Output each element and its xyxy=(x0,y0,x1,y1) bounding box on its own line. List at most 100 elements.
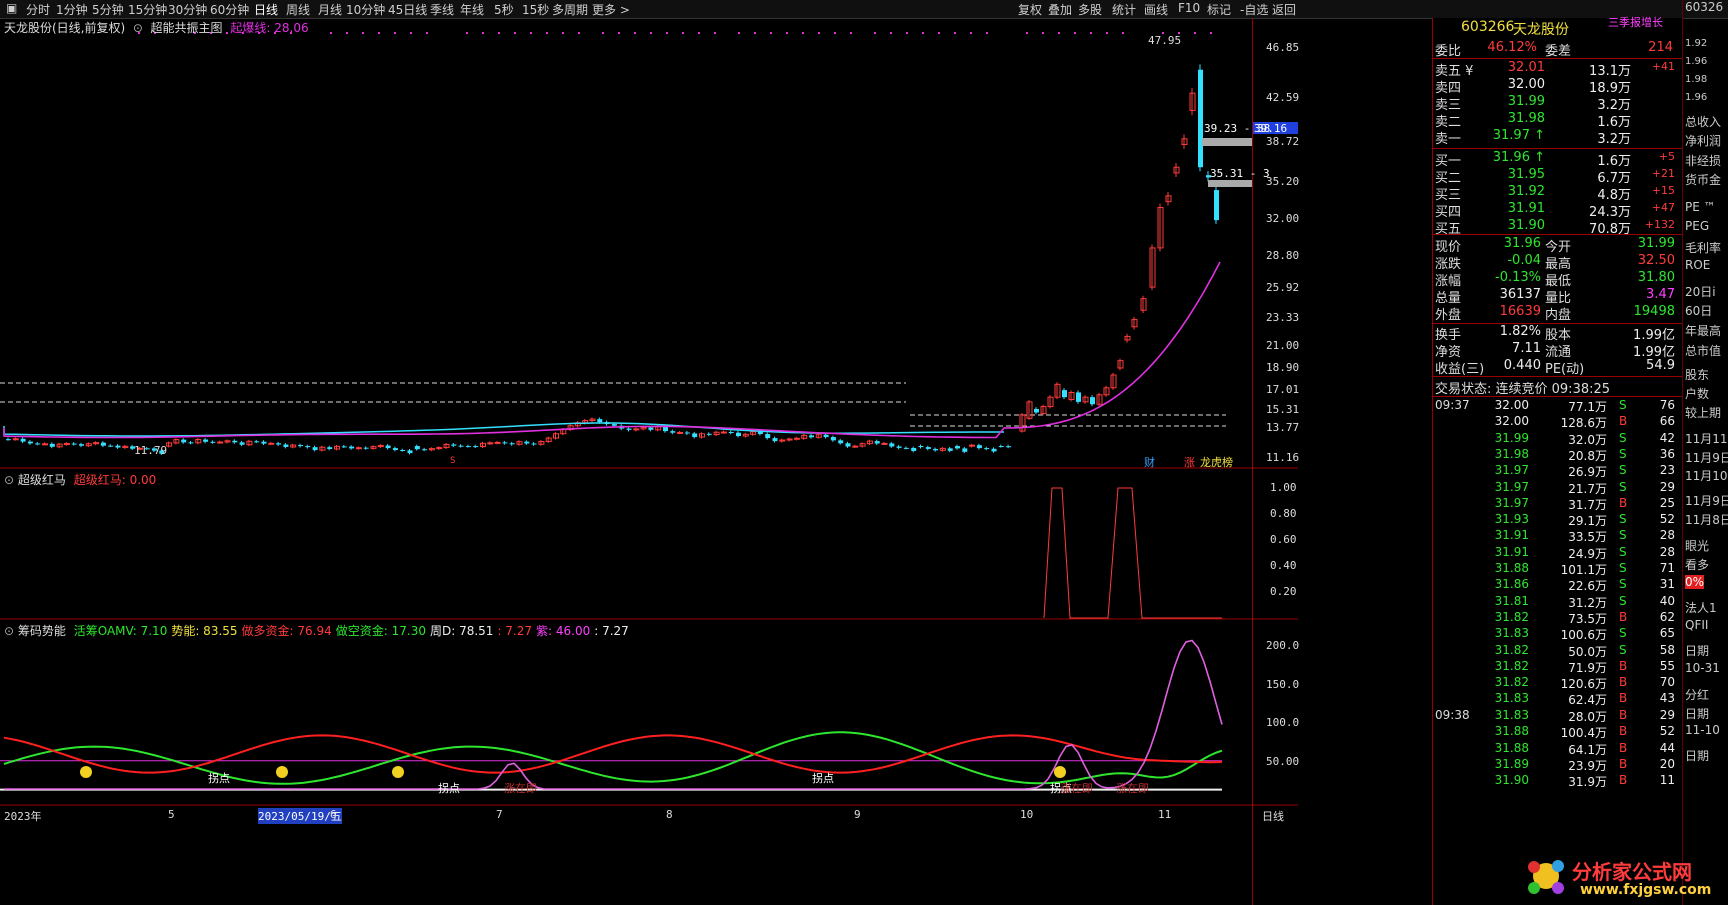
sell-level[interactable]: 卖一 31.97 ↑ 3.2万 xyxy=(1433,128,1679,147)
strip-item[interactable]: 11月11 xyxy=(1685,430,1728,447)
chart-area[interactable]: 天龙股份(日线,前复权) ⊙ 超能共振主图 起爆线: 28.06 ⊙ 超级红马 … xyxy=(0,18,1432,905)
chart-svg[interactable] xyxy=(0,18,1298,905)
level-change: +47 xyxy=(1651,201,1675,214)
strip-item[interactable]: 总收入 xyxy=(1685,113,1721,130)
strip-item[interactable]: 0% xyxy=(1685,575,1705,589)
buy-level[interactable]: 买二 31.95 6.7万 +21 xyxy=(1433,167,1679,186)
period-tab-5[interactable]: 60分钟 xyxy=(210,1,249,18)
toolbar-right-2[interactable]: 多股 xyxy=(1078,1,1102,18)
strip-item[interactable]: 货币金 xyxy=(1685,171,1721,188)
strip-item[interactable]: 60日 xyxy=(1685,302,1712,319)
period-tab-3[interactable]: 15分钟 xyxy=(128,1,167,18)
menu-icon[interactable]: ▣ xyxy=(6,1,17,15)
period-tab-0[interactable]: 分时 xyxy=(26,1,50,18)
dropdown-icon[interactable]: ⊙ xyxy=(4,473,18,487)
period-tab-7[interactable]: 周线 xyxy=(286,1,310,18)
strip-item[interactable]: 总市值 xyxy=(1685,342,1721,359)
event-tag[interactable]: 财 xyxy=(1144,454,1155,470)
sell-level[interactable]: 卖三 31.99 3.2万 xyxy=(1433,94,1679,113)
sell-level[interactable]: 卖四 32.00 18.9万 xyxy=(1433,77,1679,96)
strip-item[interactable]: PEG xyxy=(1685,219,1709,233)
strip-item[interactable]: 11月9日 xyxy=(1685,449,1728,466)
tick-side: S xyxy=(1619,463,1627,478)
strip-item[interactable]: QFII xyxy=(1685,618,1708,632)
indicator-name[interactable]: 超能共振主图 xyxy=(151,21,223,35)
strip-item[interactable]: 60326 xyxy=(1685,0,1723,14)
period-tab-13[interactable]: 5秒 xyxy=(494,1,514,18)
panel3-name[interactable]: 筹码势能 xyxy=(18,624,66,638)
period-tab-2[interactable]: 5分钟 xyxy=(92,1,124,18)
tick-row: 31.81 31.2万 S 40 xyxy=(1433,594,1679,610)
tick-side: B xyxy=(1619,675,1628,690)
tick-count: 65 xyxy=(1659,626,1675,641)
toolbar-right-3[interactable]: 统计 xyxy=(1112,1,1136,18)
strip-item[interactable]: 10-31 xyxy=(1685,661,1720,675)
dropdown-icon[interactable]: ⊙ xyxy=(4,624,18,638)
period-tab-4[interactable]: 30分钟 xyxy=(168,1,207,18)
candle xyxy=(217,441,224,444)
buy-level[interactable]: 买四 31.91 24.3万 +47 xyxy=(1433,201,1679,220)
strip-item[interactable]: 11月9日 xyxy=(1685,492,1728,509)
period-tab-1[interactable]: 1分钟 xyxy=(56,1,88,18)
strip-item[interactable]: 股东 xyxy=(1685,366,1709,383)
strip-item[interactable]: 毛利率 xyxy=(1685,239,1721,256)
panel2-value: 超级红马: 0.00 xyxy=(73,473,157,487)
dropdown-icon[interactable]: ⊙ xyxy=(129,21,147,35)
candle xyxy=(918,446,924,448)
toolbar-right-4[interactable]: 画线 xyxy=(1144,1,1168,18)
toolbar-right-6[interactable]: 标记 xyxy=(1207,1,1231,18)
period-tab-15[interactable]: 多周期 xyxy=(552,1,588,18)
strip-item[interactable]: 看多 xyxy=(1685,556,1709,573)
signal-dot xyxy=(378,32,380,34)
strip-item[interactable]: 分红 xyxy=(1685,686,1709,703)
panel2-name[interactable]: 超级红马 xyxy=(18,473,66,487)
period-tab-8[interactable]: 月线 xyxy=(318,1,342,18)
strip-item[interactable]: ROE xyxy=(1685,258,1710,272)
tick-price: 31.93 xyxy=(1494,512,1529,527)
sell-level[interactable]: 卖二 31.98 1.6万 xyxy=(1433,111,1679,130)
candle xyxy=(597,419,603,423)
period-tab-9[interactable]: 10分钟 xyxy=(346,1,385,18)
strip-item[interactable]: 11月8日 xyxy=(1685,511,1728,528)
stock-title: 天龙股份(日线,前复权) xyxy=(4,21,126,35)
tick-count: 31 xyxy=(1659,577,1675,592)
toolbar-right-7[interactable]: -自选 xyxy=(1240,1,1268,18)
stock-name: 天龙股份 xyxy=(1513,22,1569,38)
toolbar-right-8[interactable]: 返回 xyxy=(1272,1,1296,18)
strip-item[interactable]: 11月10 xyxy=(1685,467,1728,484)
event-tag[interactable]: 龙虎榜 xyxy=(1200,454,1233,470)
x-tick: 9 xyxy=(854,808,861,821)
toolbar-right-0[interactable]: 复权 xyxy=(1018,1,1042,18)
tick-row: 31.83 100.6万 S 65 xyxy=(1433,626,1679,642)
strip-item[interactable]: 眼光 xyxy=(1685,537,1709,554)
strip-item[interactable]: 日期 xyxy=(1685,642,1709,659)
period-tab-12[interactable]: 年线 xyxy=(460,1,484,18)
strip-item[interactable]: 非经损 xyxy=(1685,152,1721,169)
period-tab-16[interactable]: 更多 > xyxy=(592,1,630,18)
turn-point-label: 拐点 xyxy=(812,772,834,785)
strip-item[interactable]: 较上期 xyxy=(1685,404,1721,421)
toolbar-right-5[interactable]: F10 xyxy=(1178,1,1200,15)
strip-item[interactable]: 户数 xyxy=(1685,385,1709,402)
period-tab-6[interactable]: 日线 xyxy=(254,1,278,18)
strip-item[interactable]: 20日i xyxy=(1685,283,1716,300)
buy-level[interactable]: 买三 31.92 4.8万 +15 xyxy=(1433,184,1679,203)
strip-item[interactable]: 日期 xyxy=(1685,705,1709,722)
period-tab-14[interactable]: 15秒 xyxy=(522,1,549,18)
sell-level[interactable]: 卖五 ¥32.01 13.1万 +41 xyxy=(1433,60,1679,79)
strip-item[interactable]: 法人1 xyxy=(1685,599,1717,616)
tick-count: 28 xyxy=(1659,544,1675,559)
strip-item[interactable]: 日期 xyxy=(1685,747,1709,764)
period-tab-10[interactable]: 45日线 xyxy=(388,1,427,18)
buy-level[interactable]: 买一 31.96 ↑ 1.6万 +5 xyxy=(1433,150,1679,169)
strip-item[interactable]: 净利润 xyxy=(1685,132,1721,149)
tick-row: 31.97 26.9万 S 23 xyxy=(1433,463,1679,479)
event-tag[interactable]: 涨 xyxy=(1184,454,1195,470)
period-tab-11[interactable]: 季线 xyxy=(430,1,454,18)
y-tick: 28.80 xyxy=(1266,249,1300,262)
strip-item[interactable]: 11-10 xyxy=(1685,723,1720,737)
strip-item[interactable]: 年最高 xyxy=(1685,322,1721,339)
stat-row: 外盘 16639 内盘 19498 xyxy=(1433,304,1679,323)
strip-item[interactable]: PE ™ xyxy=(1685,200,1716,214)
toolbar-right-1[interactable]: 叠加 xyxy=(1048,1,1072,18)
